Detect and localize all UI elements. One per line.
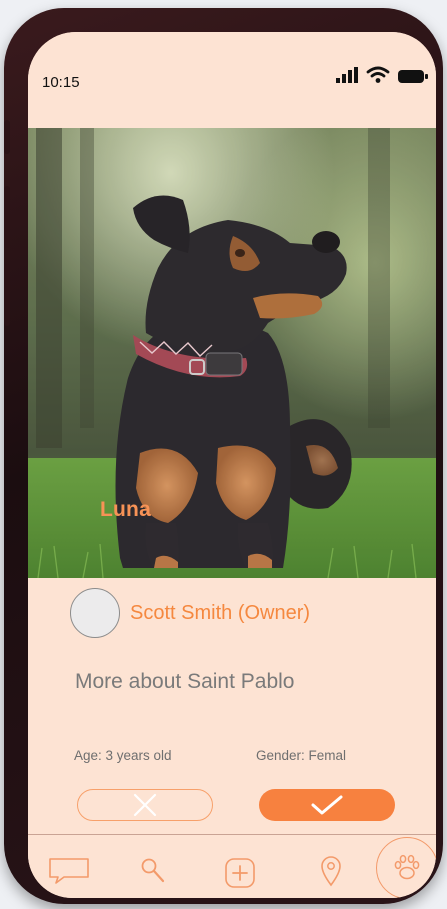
mute-switch	[4, 120, 10, 154]
close-icon	[133, 793, 157, 817]
pet-age: Age: 3 years old	[74, 748, 172, 763]
owner-row[interactable]: Scott Smith (Owner)	[70, 588, 310, 638]
pet-gender: Gender: Femal	[256, 748, 347, 763]
wifi-icon	[366, 66, 390, 83]
check-icon	[311, 795, 343, 815]
owner-name[interactable]: Scott Smith (Owner)	[130, 602, 310, 625]
location-icon	[321, 856, 341, 887]
nav-search[interactable]	[140, 857, 166, 890]
phone-frame: 10:15 Luna Scott Smith (Owner) More abou…	[4, 8, 443, 904]
add-icon	[225, 858, 255, 888]
status-time: 10:15	[42, 74, 80, 91]
nav-chat[interactable]	[48, 857, 90, 890]
bottom-nav	[28, 834, 436, 898]
battery-icon	[398, 70, 428, 83]
accept-button[interactable]	[259, 789, 395, 821]
app-screen: 10:15 Luna Scott Smith (Owner) More abou…	[28, 32, 436, 898]
search-icon	[141, 858, 165, 883]
owner-avatar[interactable]	[70, 588, 120, 638]
volume-up-button	[4, 186, 10, 248]
nav-paw-active[interactable]	[376, 837, 436, 898]
status-bar: 10:15	[28, 32, 436, 128]
more-about-link[interactable]: More about Saint Pablo	[75, 670, 294, 694]
pet-name: Luna	[100, 498, 151, 521]
pet-photo[interactable]: Luna	[28, 128, 436, 578]
signal-icon	[336, 67, 358, 83]
reject-button[interactable]	[77, 789, 213, 821]
nav-location[interactable]	[320, 855, 342, 892]
nav-add[interactable]	[224, 857, 256, 894]
volume-down-button	[4, 264, 10, 326]
paw-icon	[394, 854, 420, 880]
chat-icon	[49, 858, 89, 884]
